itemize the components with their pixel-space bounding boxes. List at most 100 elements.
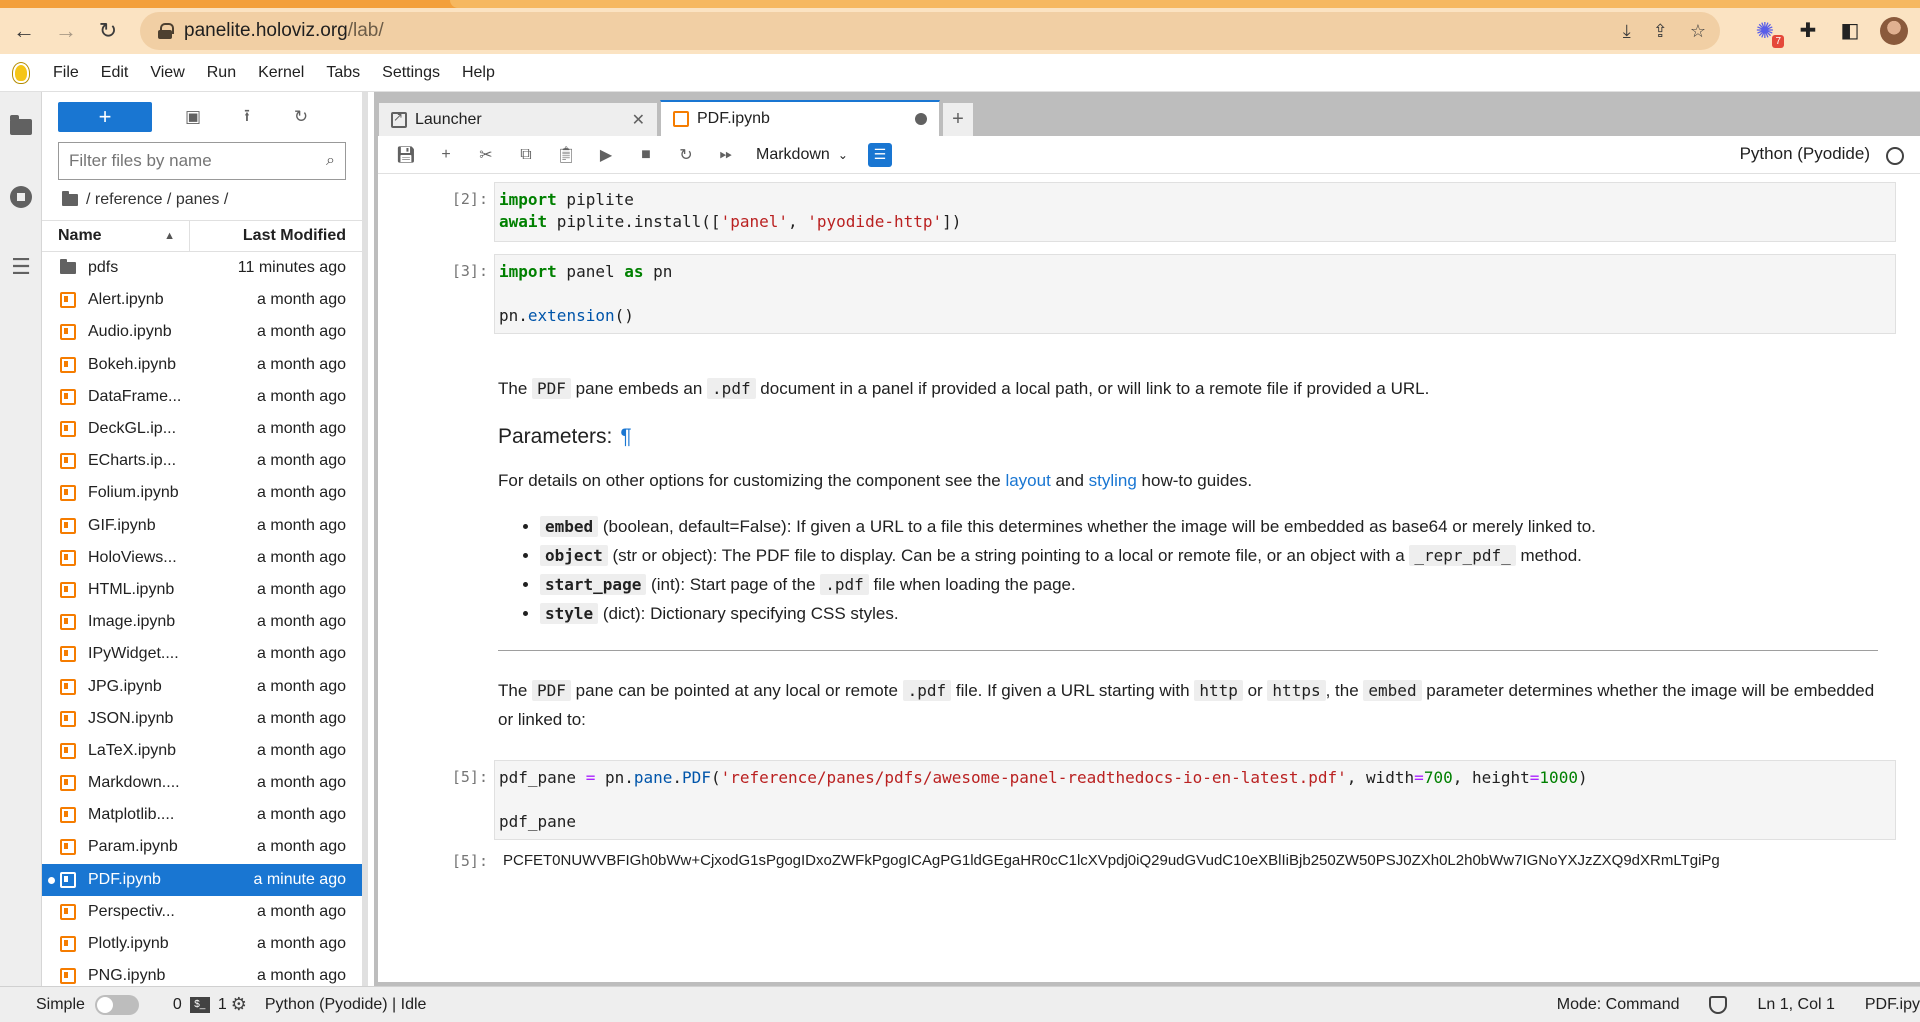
list-item[interactable]: Param.ipynb a month ago bbox=[42, 831, 362, 863]
puzzle-icon[interactable]: ✚ bbox=[1796, 19, 1820, 43]
list-item[interactable]: Plotly.ipynb a month ago bbox=[42, 928, 362, 960]
list-item[interactable]: Perspectiv... a month ago bbox=[42, 896, 362, 928]
save-icon[interactable]: 💾︎ bbox=[386, 140, 426, 170]
list-item[interactable]: Alert.ipynb a month ago bbox=[42, 284, 362, 316]
file-name: Bokeh.ipynb bbox=[88, 355, 177, 373]
avatar[interactable] bbox=[1880, 17, 1908, 45]
kernel-count[interactable]: 0 bbox=[173, 996, 182, 1014]
list-item[interactable]: PNG.ipynb a month ago bbox=[42, 960, 362, 986]
list-item[interactable]: Folium.ipynb a month ago bbox=[42, 477, 362, 509]
menu-tabs[interactable]: Tabs bbox=[315, 64, 371, 82]
column-name[interactable]: Name ▲ bbox=[42, 221, 190, 251]
table-of-contents-icon[interactable]: ☰ bbox=[0, 232, 42, 302]
code-editor[interactable]: pdf_pane = pn.pane.PDF('reference/panes/… bbox=[494, 760, 1896, 840]
styling-link[interactable]: styling bbox=[1089, 471, 1137, 490]
menu-view[interactable]: View bbox=[139, 64, 195, 82]
gear-icon[interactable]: ⚙ bbox=[231, 994, 247, 1015]
cell-type-select[interactable]: Markdown ⌄ bbox=[756, 146, 848, 164]
running-kernels-icon[interactable] bbox=[0, 162, 42, 232]
terminal-icon[interactable]: $_ bbox=[189, 996, 210, 1013]
notebook-content[interactable]: [2]: import piplite await piplite.instal… bbox=[378, 174, 1920, 982]
list-item[interactable]: Markdown.... a month ago bbox=[42, 767, 362, 799]
back-icon[interactable]: ← bbox=[6, 13, 42, 49]
tab-launcher[interactable]: Launcher ✕ bbox=[378, 102, 658, 136]
stop-icon[interactable]: ■ bbox=[626, 140, 666, 170]
run-all-icon[interactable]: ⏩︎ bbox=[706, 140, 746, 170]
file-browser-icon[interactable] bbox=[0, 92, 42, 162]
list-item[interactable]: JPG.ipynb a month ago bbox=[42, 670, 362, 702]
forward-icon[interactable]: → bbox=[48, 13, 84, 49]
cut-icon[interactable]: ✂ bbox=[466, 140, 506, 170]
share-icon[interactable]: ⇪ bbox=[1653, 21, 1668, 42]
notebook-icon bbox=[60, 807, 76, 824]
list-item[interactable]: DataFrame... a month ago bbox=[42, 381, 362, 413]
list-item[interactable]: HoloViews... a month ago bbox=[42, 542, 362, 574]
list-item[interactable]: Bokeh.ipynb a month ago bbox=[42, 349, 362, 381]
file-name: JSON.ipynb bbox=[88, 709, 174, 727]
menu-kernel[interactable]: Kernel bbox=[247, 64, 315, 82]
upload-icon[interactable]: ⭱ bbox=[220, 102, 274, 132]
install-icon[interactable]: ⤓ bbox=[1623, 21, 1631, 42]
paste-icon[interactable]: 📋︎ bbox=[546, 140, 586, 170]
layout-link[interactable]: layout bbox=[1005, 471, 1050, 490]
list-item[interactable]: PDF.ipynb a minute ago bbox=[42, 863, 362, 896]
code-editor[interactable]: import piplite await piplite.install(['p… bbox=[494, 182, 1896, 242]
new-launcher-button[interactable]: + bbox=[58, 102, 152, 132]
unsaved-dot-icon[interactable] bbox=[915, 113, 927, 125]
trust-icon[interactable] bbox=[1709, 996, 1728, 1014]
list-item[interactable]: HTML.ipynb a month ago bbox=[42, 574, 362, 606]
list-item[interactable]: Image.ipynb a month ago bbox=[42, 606, 362, 638]
column-last-modified[interactable]: Last Modified bbox=[190, 227, 362, 245]
status-bar: Simple 0 $_ 1 ⚙ Python (Pyodide) | Idle … bbox=[0, 986, 1920, 1022]
menu-file[interactable]: File bbox=[42, 64, 90, 82]
menu-edit[interactable]: Edit bbox=[90, 64, 140, 82]
folder-icon[interactable] bbox=[62, 191, 78, 206]
notebook-icon bbox=[60, 614, 76, 631]
list-item[interactable]: GIF.ipynb a month ago bbox=[42, 510, 362, 542]
file-list: pdfs 11 minutes ago Alert.ipynb a month ago… bbox=[42, 252, 362, 986]
list-item[interactable]: DeckGL.ip... a month ago bbox=[42, 413, 362, 445]
list-item[interactable]: Audio.ipynb a month ago bbox=[42, 316, 362, 348]
menu-bar: File Edit View Run Kernel Tabs Settings … bbox=[0, 54, 1920, 92]
refresh-icon[interactable]: ↻ bbox=[274, 102, 328, 132]
list-item[interactable]: Matplotlib.... a month ago bbox=[42, 799, 362, 831]
kernel-name[interactable]: Python (Pyodide) bbox=[1740, 144, 1870, 164]
lock-icon[interactable] bbox=[158, 23, 174, 39]
run-icon[interactable]: ▶ bbox=[586, 140, 626, 170]
menu-settings[interactable]: Settings bbox=[371, 64, 451, 82]
insert-cell-icon[interactable]: + bbox=[426, 140, 466, 170]
heading-anchor-link[interactable]: ¶ bbox=[620, 425, 631, 448]
menu-help[interactable]: Help bbox=[451, 64, 506, 82]
list-item[interactable]: IPyWidget.... a month ago bbox=[42, 638, 362, 670]
new-folder-icon[interactable]: ▣ bbox=[166, 102, 220, 132]
list-item[interactable]: JSON.ipynb a month ago bbox=[42, 703, 362, 735]
code-editor[interactable]: import panel as pn pn.extension() bbox=[494, 254, 1896, 334]
simple-mode-toggle[interactable] bbox=[94, 994, 139, 1015]
close-icon[interactable]: ✕ bbox=[632, 110, 645, 130]
menu-run[interactable]: Run bbox=[196, 64, 247, 82]
terminal-count[interactable]: 1 bbox=[218, 996, 227, 1014]
file-name: DeckGL.ip... bbox=[88, 420, 177, 438]
editor-mode[interactable]: Mode: Command bbox=[1557, 996, 1680, 1014]
list-item[interactable]: ECharts.ip... a month ago bbox=[42, 445, 362, 477]
open-indicator-icon bbox=[48, 876, 55, 884]
new-tab-button[interactable]: + bbox=[942, 102, 974, 136]
sidepanel-icon[interactable]: ◧ bbox=[1838, 19, 1862, 43]
filter-input[interactable] bbox=[69, 151, 327, 171]
file-modified: a month ago bbox=[257, 774, 346, 792]
cursor-position[interactable]: Ln 1, Col 1 bbox=[1757, 996, 1834, 1014]
markdown-paragraph: The PDF pane can be pointed at any local… bbox=[498, 680, 1875, 729]
property-inspector-icon[interactable]: ☰ bbox=[867, 142, 892, 167]
reload-icon[interactable]: ↻ bbox=[90, 13, 126, 49]
star-icon[interactable]: ☆ bbox=[1690, 21, 1706, 42]
list-item[interactable]: pdfs 11 minutes ago bbox=[42, 252, 362, 284]
copy-icon[interactable]: ⧉ bbox=[506, 140, 546, 170]
kernel-status[interactable]: Python (Pyodide) | Idle bbox=[265, 996, 427, 1014]
list-item[interactable]: LaTeX.ipynb a month ago bbox=[42, 735, 362, 767]
breadcrumb-path[interactable]: / reference / panes / bbox=[86, 191, 228, 209]
restart-icon[interactable]: ↻ bbox=[666, 140, 706, 170]
file-modified: a month ago bbox=[257, 355, 346, 373]
tab-pdf-notebook[interactable]: PDF.ipynb bbox=[660, 100, 940, 136]
extension-icon[interactable]: ✺ 7 bbox=[1752, 18, 1784, 48]
address-bar[interactable]: panelite.holoviz.org/lab/ ⤓ ⇪ ☆ bbox=[140, 12, 1720, 50]
